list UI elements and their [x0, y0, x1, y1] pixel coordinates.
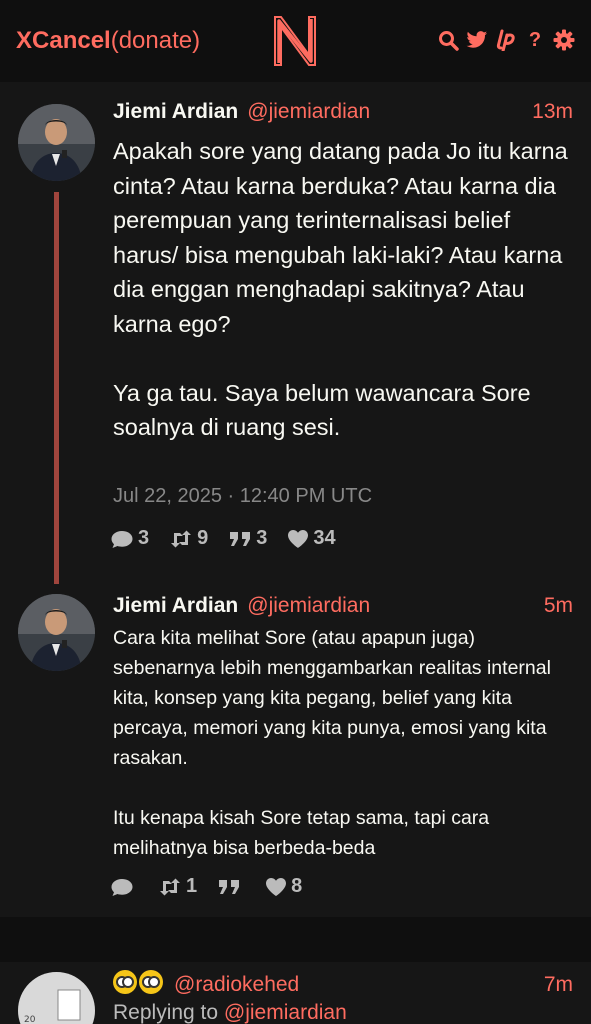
tweet-time[interactable]: 13m — [532, 100, 573, 124]
like-stat[interactable]: 8 — [265, 875, 302, 898]
help-icon[interactable]: ? — [524, 29, 546, 51]
retweet-icon — [171, 530, 192, 547]
reply-stat[interactable] — [110, 875, 138, 898]
nitter-logo-icon[interactable] — [273, 15, 317, 67]
twitter-bird-icon[interactable] — [466, 29, 488, 51]
replying-prefix: Replying to — [113, 1001, 224, 1024]
tweet-date[interactable]: Jul 22, 2025 · 12:40 PM UTC — [113, 485, 372, 508]
tweet-username[interactable]: @jiemiardian — [247, 100, 370, 124]
quote-icon — [230, 531, 251, 546]
quote-icon — [219, 879, 240, 894]
tweet-time[interactable]: 7m — [544, 973, 573, 997]
tweet-fullname[interactable]: Jiemi Ardian — [113, 100, 238, 124]
reply-count: 3 — [138, 527, 150, 549]
settings-icon[interactable] — [553, 29, 575, 51]
replying-to-link[interactable]: @jiemiardian — [224, 1001, 347, 1024]
like-stat[interactable]: 34 — [287, 527, 336, 550]
like-count: 8 — [291, 875, 303, 897]
emoji-icon — [113, 970, 137, 994]
site-brand-link[interactable]: XCancel(donate) — [16, 27, 200, 55]
emoji-icon — [139, 970, 163, 994]
retweet-stat[interactable]: 1 — [158, 875, 197, 898]
retweet-stat[interactable]: 9 — [169, 527, 208, 550]
avatar[interactable] — [18, 104, 95, 181]
search-icon[interactable] — [437, 29, 459, 51]
tweet-main[interactable]: Jiemi Ardian @jiemiardian 13m Apakah sor… — [0, 82, 591, 594]
avatar[interactable]: 20 — [18, 972, 95, 1024]
timeline-separator — [0, 917, 591, 962]
tweet-fullname[interactable]: Jiemi Ardian — [113, 594, 238, 618]
quote-stat[interactable]: 3 — [228, 527, 267, 550]
reply-stat[interactable]: 3 — [110, 527, 149, 550]
comment-icon — [111, 878, 133, 896]
liberapay-icon[interactable] — [495, 29, 517, 51]
heart-icon — [266, 877, 287, 896]
top-navbar: XCancel(donate) ? — [0, 0, 591, 82]
tweet-time[interactable]: 5m — [544, 594, 573, 618]
like-count: 34 — [313, 527, 336, 549]
donate-link[interactable]: (donate) — [111, 27, 200, 54]
retweet-count: 1 — [186, 875, 198, 897]
comment-icon — [111, 530, 133, 548]
retweet-count: 9 — [197, 527, 209, 549]
quote-count: 3 — [256, 527, 268, 549]
heart-icon — [288, 529, 309, 548]
svg-text:20: 20 — [24, 1015, 36, 1024]
quote-stat[interactable] — [217, 875, 245, 898]
retweet-icon — [160, 878, 180, 895]
tweet-text: Apakah sore yang datang pada Jo itu karn… — [113, 138, 568, 440]
emoji-display-name[interactable] — [113, 970, 165, 997]
brand-name[interactable]: XCancel — [16, 27, 111, 54]
tweet-username[interactable]: @jiemiardian — [247, 594, 370, 618]
tweet-username[interactable]: @radiokehed — [174, 973, 299, 997]
avatar[interactable] — [18, 594, 95, 671]
tweet-stats: 3 9 3 34 — [110, 527, 336, 550]
tweet-text: Cara kita melihat Sore (atau apapun juga… — [113, 627, 551, 859]
tweet-reply[interactable]: Jiemi Ardian @jiemiardian 5m Cara kita m… — [0, 594, 591, 917]
thread-line — [54, 192, 59, 584]
replying-to: Replying to @jiemiardian — [113, 1001, 347, 1024]
tweet-stats: 1 8 — [110, 875, 302, 898]
